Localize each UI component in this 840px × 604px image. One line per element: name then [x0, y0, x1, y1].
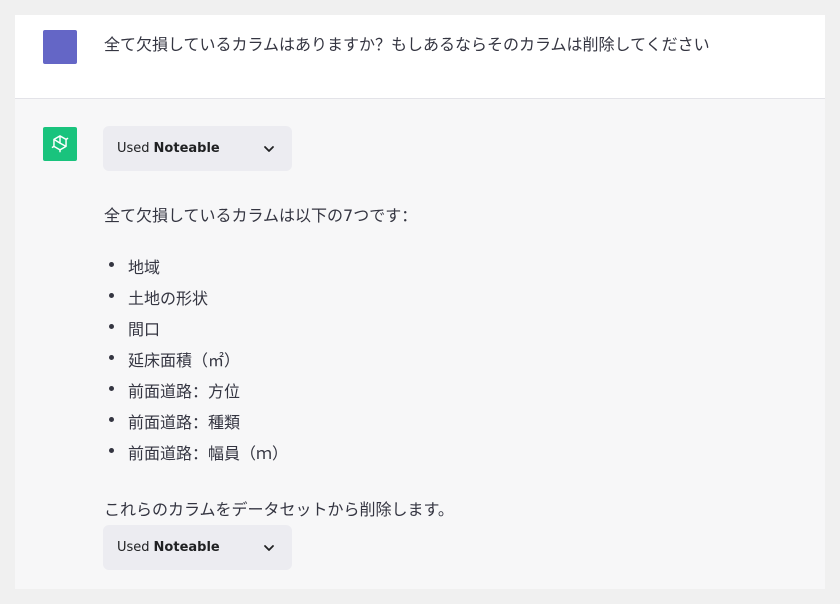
bullet-dot	[109, 417, 114, 422]
list-item: 前面道路：幅員（ｍ）	[109, 443, 288, 474]
list-item: 土地の形状	[109, 288, 288, 319]
bullet-dot	[109, 355, 114, 360]
missing-columns-list: 地域 土地の形状 間口 延床面積（㎡） 前面道路：方位 前面道路：種類 前面道路…	[109, 257, 288, 474]
chevron-down-icon	[264, 545, 274, 551]
plugin-call-toggle[interactable]: Used Noteable	[103, 525, 292, 570]
chat-window: 全て欠損しているカラムはありますか？もしあるならそのカラムは削除してください U…	[15, 15, 825, 589]
column-name: 前面道路：種類	[128, 413, 241, 432]
bullet-dot	[109, 324, 114, 329]
assistant-outro-text: これらのカラムをデータセットから削除します。	[104, 500, 454, 519]
bullet-dot	[109, 448, 114, 453]
assistant-message-row: Used Noteable 全て欠損しているカラムは以下の7つです： 地域 土地…	[15, 100, 825, 589]
assistant-intro-text: 全て欠損しているカラムは以下の7つです：	[104, 206, 418, 225]
plugin-used-label: Used	[117, 141, 150, 156]
plugin-name: Noteable	[153, 141, 220, 156]
openai-logo-icon	[43, 127, 77, 161]
column-name: 延床面積（㎡）	[128, 351, 241, 370]
column-name: 土地の形状	[128, 289, 209, 308]
column-name: 地域	[128, 258, 161, 277]
list-item: 延床面積（㎡）	[109, 350, 288, 381]
bullet-dot	[109, 262, 114, 267]
list-item: 前面道路：種類	[109, 412, 288, 443]
plugin-used-label: Used	[117, 540, 150, 555]
user-message-row: 全て欠損しているカラムはありますか？もしあるならそのカラムは削除してください	[15, 15, 825, 99]
user-avatar	[43, 30, 77, 64]
plugin-call-toggle[interactable]: Used Noteable	[103, 126, 292, 171]
bullet-dot	[109, 386, 114, 391]
user-message-text: 全て欠損しているカラムはありますか？もしあるならそのカラムは削除してください	[104, 35, 710, 54]
column-name: 前面道路：方位	[128, 382, 241, 401]
list-item: 間口	[109, 319, 288, 350]
plugin-name: Noteable	[153, 540, 220, 555]
list-item: 前面道路：方位	[109, 381, 288, 412]
column-name: 前面道路：幅員（ｍ）	[128, 444, 289, 463]
column-name: 間口	[128, 320, 161, 339]
chevron-down-icon	[264, 146, 274, 152]
list-item: 地域	[109, 257, 288, 288]
bullet-dot	[109, 293, 114, 298]
